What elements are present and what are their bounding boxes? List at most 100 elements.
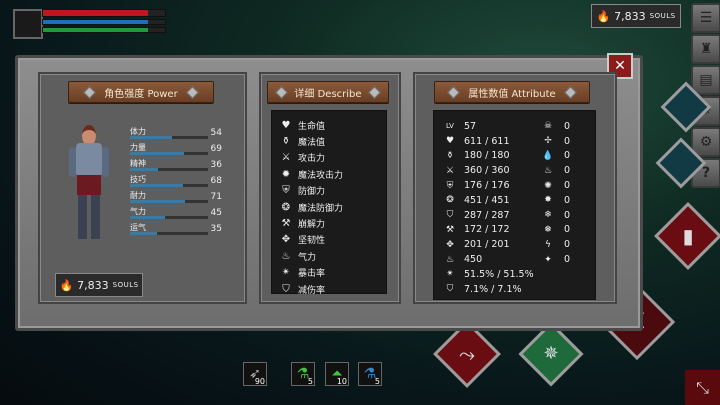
soul-flame-icon: 🔥 <box>596 9 611 23</box>
describe-item[interactable]: ✹ 魔法攻击力 <box>280 166 386 182</box>
describe-item[interactable]: ✥ 坚韧性 <box>280 232 386 248</box>
attribute-row: ❂ 451 / 451 ✸ 0 <box>444 193 595 208</box>
green-potion-count: 5 <box>307 377 313 386</box>
banner-stud-icon <box>275 85 289 99</box>
menu-button[interactable]: ☰ <box>691 3 720 33</box>
stat-value: 36 <box>210 160 222 170</box>
attribute-row: ♥ 611 / 611 ✢ 0 <box>444 134 595 149</box>
describe-label: 崩解力 <box>298 220 326 231</box>
mana-flask-icon: ⚱ <box>281 136 291 148</box>
attribute-value: 51.5% / 51.5% <box>464 268 534 280</box>
describe-item[interactable]: ⚒ 崩解力 <box>280 215 386 231</box>
describe-label: 坚韧性 <box>298 236 326 247</box>
power-stat-row: 精神 36 <box>130 158 222 172</box>
describe-item[interactable]: ⚔ 攻击力 <box>280 150 386 166</box>
expand-corner-button[interactable]: ⤡ <box>685 370 720 405</box>
poison-icon: 💧 <box>542 150 554 161</box>
describe-label: 攻击力 <box>298 154 326 165</box>
player-portrait <box>13 9 43 39</box>
resistance-value: 0 <box>564 135 571 147</box>
attribute-row: ⚒ 172 / 172 ❅ 0 <box>444 223 595 238</box>
stat-bar <box>130 136 208 139</box>
attribute-row: ⛉ 287 / 287 ❄ 0 <box>444 208 595 223</box>
stat-bar <box>130 216 208 219</box>
mana-flask-icon: ⚱ <box>446 150 454 161</box>
power-stat-row: 耐力 71 <box>130 190 222 204</box>
attribute-row: LV 57 ☠ 0 <box>444 119 595 134</box>
attribute-row: ♨ 450 ✦ 0 <box>444 252 595 267</box>
green-potion-slot[interactable]: ⚗ 5 <box>291 362 315 386</box>
describe-list: ♥ 生命值 ⚱ 魔法值 ⚔ 攻击力 ✹ 魔法攻击力 ⛨ 防御力 ❂ 魔法防御力 ⚒ 崩解力 ✥ 坚韧性 ♨ 气力 ✴… <box>271 110 387 297</box>
armor-icon: ⛉ <box>446 210 454 221</box>
green-flask-slot[interactable]: ⏶ 10 <box>325 362 349 386</box>
break-icon: ⚒ <box>281 218 291 230</box>
describe-item[interactable]: ✴ 暴击率 <box>280 265 386 281</box>
attribute-value: 57 <box>464 120 477 132</box>
power-stat-row: 技巧 68 <box>130 174 222 188</box>
lightning-icon: ϟ <box>545 239 551 250</box>
stat-bar <box>130 152 208 155</box>
armor-icon: ♜ <box>699 41 713 57</box>
stat-bar <box>130 232 208 235</box>
describe-label: 魔法攻击力 <box>298 170 344 181</box>
describe-item[interactable]: ♥ 生命值 <box>280 117 386 133</box>
attribute-value: 360 / 360 <box>464 165 510 177</box>
sword-icon: ⚔ <box>281 152 291 164</box>
banner-stud-icon <box>563 85 577 99</box>
describe-item[interactable]: ⛉ 减伤率 <box>280 281 386 297</box>
stat-value: 54 <box>210 128 222 138</box>
describe-label: 防御力 <box>298 187 326 198</box>
toughness-icon: ✥ <box>281 234 291 246</box>
armor-button[interactable]: ♜ <box>691 34 720 64</box>
souls-unit: SOULS <box>649 12 676 20</box>
arrows-slot[interactable]: ➶ 90 <box>243 362 267 386</box>
menu-icon: ☰ <box>699 10 713 26</box>
bleed-icon: ✢ <box>544 136 552 147</box>
attribute-row: ⚔ 360 / 360 ♨ 0 <box>444 163 595 178</box>
reduction-icon: ⛉ <box>446 284 454 295</box>
describe-label: 减伤率 <box>298 285 326 296</box>
stat-value: 45 <box>210 208 222 218</box>
souls-counter: 🔥 7,833 SOULS <box>591 4 681 28</box>
stat-bar <box>130 168 208 171</box>
reduction-icon: ⛉ <box>282 283 290 295</box>
toughness-icon: ✥ <box>446 239 454 250</box>
help-icon: ? <box>701 165 711 181</box>
banner-stud-icon <box>185 85 199 99</box>
stat-bar <box>130 184 208 187</box>
resistance-value: 0 <box>564 180 571 192</box>
shield-icon: ⛨ <box>446 180 454 191</box>
describe-label: 魔法防御力 <box>298 203 344 214</box>
break-icon: ⚒ <box>445 224 455 235</box>
attribute-value: 450 <box>464 254 483 266</box>
magic-shield-icon: ❂ <box>281 201 291 213</box>
attribute-value: 611 / 611 <box>464 135 510 147</box>
describe-item[interactable]: ⚱ 魔法值 <box>280 133 386 149</box>
frost-icon: ❄ <box>544 210 552 221</box>
power-banner: 角色强度 Power <box>68 81 214 103</box>
interact-skill-button[interactable]: ✵ <box>518 321 584 387</box>
flask-icon: ♨ <box>445 254 455 265</box>
attribute-value: 7.1% / 7.1% <box>464 283 522 295</box>
resistance-value: 0 <box>564 224 571 236</box>
describe-label: 暴击率 <box>298 269 326 280</box>
describe-item[interactable]: ♨ 气力 <box>280 248 386 264</box>
resistance-value: 0 <box>564 150 571 162</box>
fire-icon: ♨ <box>543 165 553 176</box>
character-model <box>66 123 112 243</box>
level-icon: LV <box>446 122 454 131</box>
skull-icon: ☠ <box>543 121 553 132</box>
magic-attack-icon: ✹ <box>281 168 291 180</box>
attribute-value: 176 / 176 <box>464 180 510 192</box>
describe-item[interactable]: ⛨ 防御力 <box>280 183 386 199</box>
power-souls-counter: 🔥 7,833 SOULS <box>55 273 143 297</box>
power-stat-row: 体力 54 <box>130 126 222 140</box>
blue-potion-slot[interactable]: ⚗ 5 <box>358 362 382 386</box>
stat-value: 68 <box>210 176 222 186</box>
shield-skill-button[interactable]: ▮ <box>654 202 720 270</box>
arrows-count: 90 <box>254 377 265 386</box>
mana-bar <box>42 19 166 25</box>
dodge-icon: ⤳ <box>459 342 475 366</box>
describe-item[interactable]: ❂ 魔法防御力 <box>280 199 386 215</box>
soul-flame-icon: 🔥 <box>59 278 74 292</box>
